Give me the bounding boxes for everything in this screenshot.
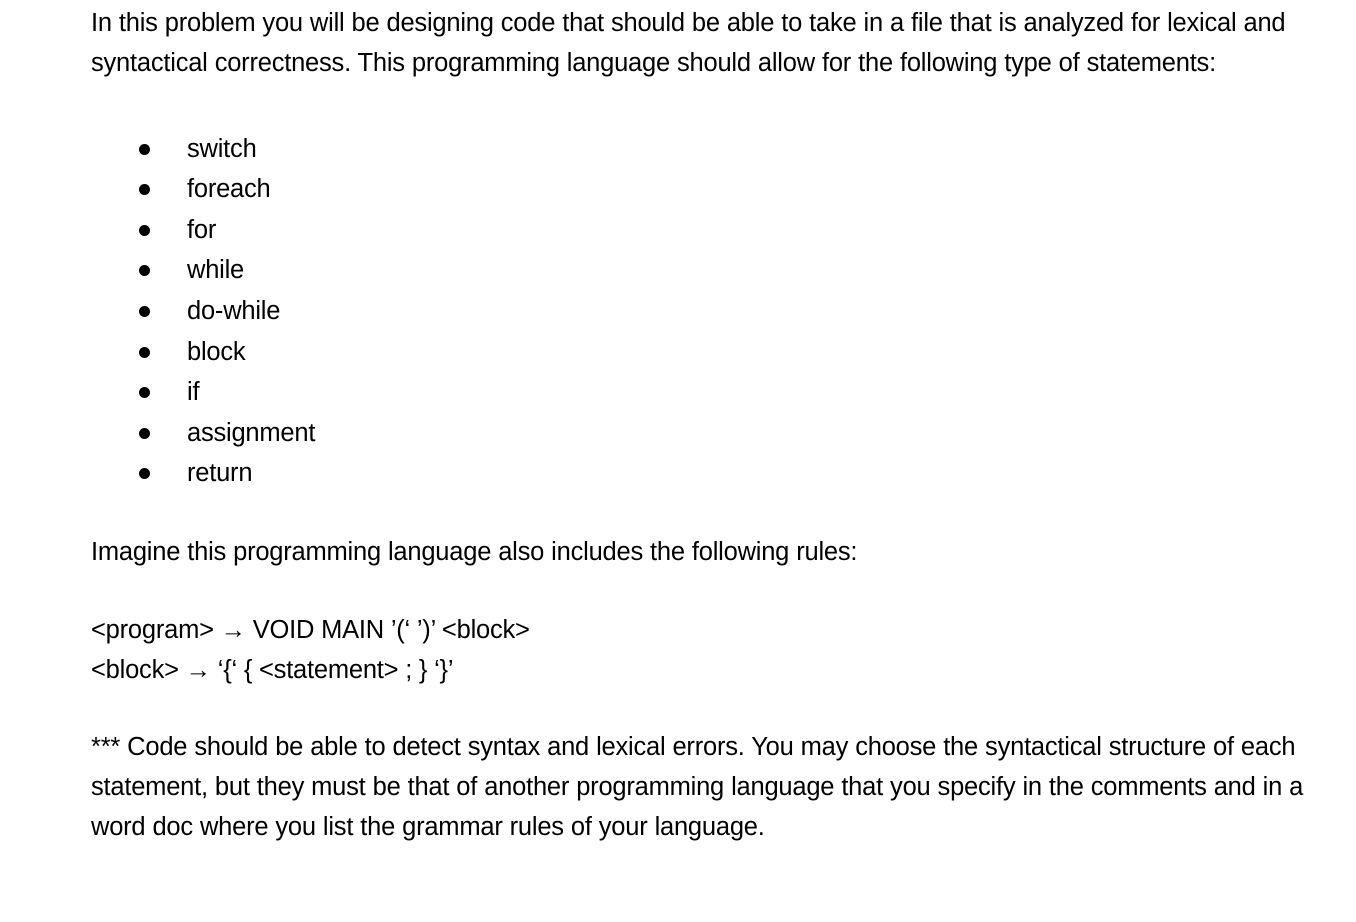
list-item: if [91,372,1323,413]
list-item-label: assignment [187,418,316,447]
list-item: foreach [91,169,1323,210]
intro-paragraph: In this problem you will be designing co… [91,9,1286,77]
rules-intro-paragraph: Imagine this programming language also i… [91,537,858,566]
document-page: In this problem you will be designing co… [0,0,1356,922]
statement-types-list: switch foreach for while do-while block [91,129,1323,494]
bullet-icon [139,387,150,399]
bullet-icon [139,184,150,196]
list-item: while [91,250,1323,291]
grammar-rule-block: <block> → ‘{‘ { <statement> ; } ‘}’ [91,655,454,684]
list-item-label: do-while [187,296,281,325]
document-body: In this problem you will be designing co… [91,4,1323,848]
list-item: block [91,332,1323,373]
list-item: do-while [91,291,1323,332]
list-item-label: switch [187,134,257,163]
list-item-label: if [187,378,200,407]
list-item: assignment [91,413,1323,454]
note-paragraph: *** Code should be able to detect syntax… [91,733,1304,841]
list-item-label: while [187,256,245,285]
list-item: return [91,453,1323,494]
list-item-label: foreach [187,175,271,204]
grammar-rules-block: <program> → VOID MAIN ’(‘ ’)’ <block> <b… [91,611,1323,691]
list-item: for [91,210,1323,251]
bullet-icon [139,224,150,236]
bullet-icon [139,468,150,480]
bullet-icon [139,143,150,155]
list-item-label: return [187,459,253,488]
list-item: switch [91,129,1323,170]
bullet-icon [139,346,150,358]
list-item-label: for [187,215,217,244]
list-item-label: block [187,337,246,366]
bullet-icon [139,265,150,277]
grammar-rule-program: <program> → VOID MAIN ’(‘ ’)’ <block> [91,615,530,644]
bullet-icon [139,305,150,317]
bullet-icon [139,427,150,439]
